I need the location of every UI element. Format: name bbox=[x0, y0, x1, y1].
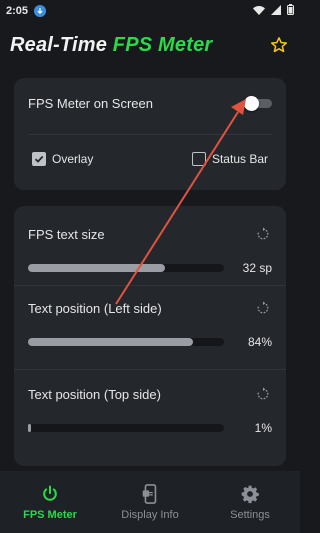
status-icons bbox=[253, 4, 294, 18]
check-row: Overlay Status Bar bbox=[32, 150, 272, 168]
text-position-top-slider[interactable] bbox=[28, 424, 224, 432]
app-title-main: Real-Time bbox=[10, 33, 108, 56]
wifi-icon bbox=[253, 5, 265, 18]
app-title-accent: FPS Meter bbox=[112, 33, 213, 56]
power-icon bbox=[40, 483, 60, 505]
app-title: Real-Time FPS Meter bbox=[10, 34, 212, 57]
toggle-knob bbox=[244, 96, 259, 111]
app-header: Real-Time FPS Meter bbox=[10, 30, 290, 60]
text-position-left-slider[interactable] bbox=[28, 338, 224, 346]
checkbox-unchecked-icon bbox=[191, 152, 206, 166]
slider-value: 32 sp bbox=[242, 261, 272, 275]
status-time: 2:05 bbox=[6, 5, 29, 17]
status-bar-checkbox[interactable]: Status Bar bbox=[191, 152, 268, 166]
settings-card: FPS text size 32 sp Text position (Left … bbox=[14, 206, 286, 466]
fps-text-size-slider[interactable] bbox=[28, 264, 224, 272]
nav-label: Settings bbox=[230, 509, 270, 521]
nav-label: FPS Meter bbox=[23, 509, 77, 521]
slider-fill bbox=[28, 424, 31, 432]
nav-item-display-info[interactable]: Display Info bbox=[105, 483, 195, 521]
status-bar-checkbox-label: Status Bar bbox=[211, 152, 268, 166]
setting-label: Text position (Left side) bbox=[28, 300, 162, 316]
slider-value: 84% bbox=[247, 335, 272, 349]
reset-icon[interactable] bbox=[254, 385, 272, 403]
battery-icon bbox=[287, 4, 294, 18]
nav-item-settings[interactable]: Settings bbox=[205, 483, 295, 521]
divider bbox=[14, 369, 286, 370]
signal-icon bbox=[271, 4, 281, 18]
setting-fps-text-size: FPS text size 32 sp bbox=[28, 224, 272, 276]
nav-item-fps-meter[interactable]: FPS Meter bbox=[5, 483, 95, 521]
setting-text-position-left: Text position (Left side) 84% bbox=[28, 298, 272, 350]
gear-icon bbox=[240, 483, 260, 505]
slider-fill bbox=[28, 338, 193, 346]
star-icon[interactable] bbox=[268, 34, 290, 56]
status-bar: 2:05 bbox=[0, 0, 300, 22]
divider bbox=[28, 134, 272, 135]
fps-meter-toggle[interactable] bbox=[244, 96, 272, 111]
overlay-card: FPS Meter on Screen Overlay Status Bar bbox=[14, 78, 286, 190]
setting-label: Text position (Top side) bbox=[28, 386, 161, 402]
checkbox-checked-icon bbox=[32, 152, 46, 166]
bottom-nav: FPS Meter Display Info Settings bbox=[0, 471, 300, 533]
slider-fill bbox=[28, 264, 166, 272]
overlay-checkbox[interactable]: Overlay bbox=[32, 152, 93, 166]
phone-info-icon bbox=[141, 483, 159, 505]
reset-icon[interactable] bbox=[254, 299, 272, 317]
download-icon bbox=[34, 5, 47, 17]
fps-meter-switch-label: FPS Meter on Screen bbox=[28, 95, 153, 111]
divider bbox=[14, 285, 286, 286]
reset-icon[interactable] bbox=[254, 225, 272, 243]
slider-value: 1% bbox=[254, 421, 272, 435]
setting-label: FPS text size bbox=[28, 226, 105, 242]
setting-text-position-top: Text position (Top side) 1% bbox=[28, 384, 272, 436]
overlay-checkbox-label: Overlay bbox=[52, 152, 94, 166]
fps-meter-switch-row[interactable]: FPS Meter on Screen bbox=[28, 92, 272, 114]
nav-label: Display Info bbox=[121, 509, 179, 521]
app-screen: 2:05 Real-Time FPS Meter FPS Meter on Sc… bbox=[0, 0, 300, 533]
